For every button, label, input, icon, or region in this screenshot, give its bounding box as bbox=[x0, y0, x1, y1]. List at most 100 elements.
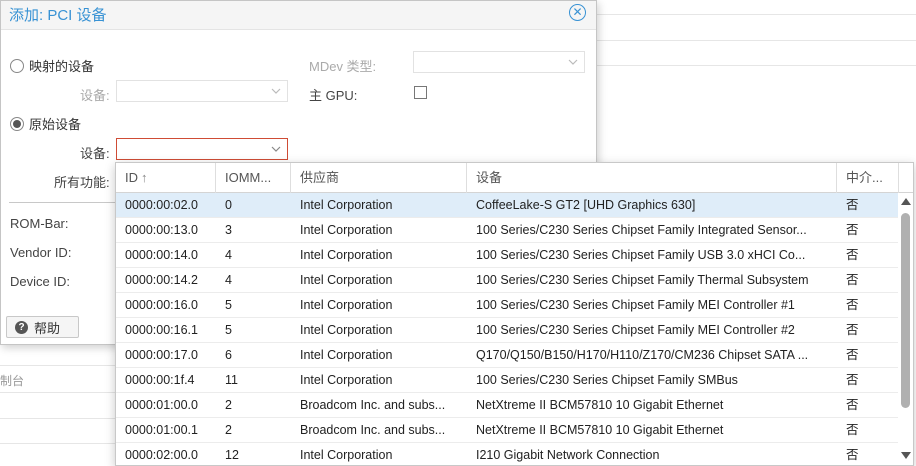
background-divider bbox=[0, 392, 116, 393]
mapped-device-label: 映射的设备 bbox=[29, 59, 95, 74]
cell-vendor: Intel Corporation bbox=[300, 248, 393, 262]
cell-iommu: 5 bbox=[225, 323, 232, 337]
cell-iommu: 2 bbox=[225, 398, 232, 412]
cell-iommu: 6 bbox=[225, 348, 232, 362]
cell-mdev: 否 bbox=[846, 423, 859, 437]
cell-id: 0000:00:14.2 bbox=[125, 273, 198, 287]
chevron-down-icon bbox=[568, 59, 578, 65]
table-row[interactable]: 0000:00:13.0 3 Intel Corporation 100 Ser… bbox=[116, 218, 899, 243]
cell-vendor: Intel Corporation bbox=[300, 223, 393, 237]
cell-mdev: 否 bbox=[846, 323, 859, 337]
close-icon[interactable]: ✕ bbox=[569, 4, 586, 21]
cell-device: 100 Series/C230 Series Chipset Family US… bbox=[476, 248, 806, 262]
raw-device-radio[interactable]: 原始设备 bbox=[10, 114, 81, 133]
table-row[interactable]: 0000:01:00.0 2 Broadcom Inc. and subs...… bbox=[116, 393, 899, 418]
raw-device-label: 原始设备 bbox=[29, 117, 82, 132]
table-row[interactable]: 0000:00:14.2 4 Intel Corporation 100 Ser… bbox=[116, 268, 899, 293]
cell-id: 0000:02:00.0 bbox=[125, 448, 198, 462]
background-divider bbox=[0, 365, 116, 366]
cell-vendor: Intel Corporation bbox=[300, 198, 393, 212]
column-header-id[interactable]: ID ↑ bbox=[116, 163, 216, 193]
grid-body: 0000:00:02.0 0 Intel Corporation CoffeeL… bbox=[116, 193, 899, 465]
cell-device: 100 Series/C230 Series Chipset Family SM… bbox=[476, 373, 738, 387]
mapped-device-combo bbox=[116, 80, 288, 102]
all-functions-label: 所有功能: bbox=[54, 175, 110, 190]
cell-id: 0000:00:16.0 bbox=[125, 298, 198, 312]
cell-id: 0000:00:14.0 bbox=[125, 248, 198, 262]
cell-device: CoffeeLake-S GT2 [UHD Graphics 630] bbox=[476, 198, 696, 212]
help-button[interactable]: ? 帮助 bbox=[6, 316, 79, 338]
primary-gpu-label: 主 GPU: bbox=[309, 88, 358, 103]
raw-device-field-label: 设备: bbox=[80, 146, 110, 161]
cell-mdev: 否 bbox=[846, 198, 859, 212]
cell-vendor: Intel Corporation bbox=[300, 323, 393, 337]
radio-dot-icon bbox=[13, 119, 21, 128]
background-label: 制台 bbox=[0, 374, 25, 388]
cell-device: NetXtreme II BCM57810 10 Gigabit Etherne… bbox=[476, 423, 724, 437]
cell-device: 100 Series/C230 Series Chipset Family In… bbox=[476, 223, 807, 237]
cell-id: 0000:00:16.1 bbox=[125, 323, 198, 337]
vendor-id-label: Vendor ID: bbox=[10, 245, 72, 260]
column-header-iommu[interactable]: IOMM... bbox=[216, 163, 291, 193]
cell-device: 100 Series/C230 Series Chipset Family ME… bbox=[476, 298, 795, 312]
background-divider bbox=[597, 40, 916, 41]
pci-device-picker-grid: ID ↑ IOMM... 供应商 设备 中介... 0000:00:02.0 0 … bbox=[115, 162, 914, 466]
cell-id: 0000:00:13.0 bbox=[125, 223, 198, 237]
rom-bar-label: ROM-Bar: bbox=[10, 216, 69, 231]
cell-vendor: Broadcom Inc. and subs... bbox=[300, 398, 446, 412]
cell-iommu: 12 bbox=[225, 448, 239, 462]
cell-iommu: 5 bbox=[225, 298, 232, 312]
scroll-thumb[interactable] bbox=[901, 213, 910, 408]
column-header-mdev[interactable]: 中介... bbox=[837, 163, 899, 193]
cell-mdev: 否 bbox=[846, 448, 859, 462]
background-divider bbox=[0, 418, 116, 419]
cell-vendor: Broadcom Inc. and subs... bbox=[300, 423, 446, 437]
cell-id: 0000:00:1f.4 bbox=[125, 373, 195, 387]
background-divider bbox=[0, 443, 116, 444]
scroll-down-arrow-icon[interactable] bbox=[901, 452, 911, 459]
table-row[interactable]: 0000:02:00.0 12 Intel Corporation I210 G… bbox=[116, 443, 899, 465]
table-row[interactable]: 0000:00:14.0 4 Intel Corporation 100 Ser… bbox=[116, 243, 899, 268]
table-row[interactable]: 0000:00:16.1 5 Intel Corporation 100 Ser… bbox=[116, 318, 899, 343]
dialog-header: 添加: PCI 设备 ✕ bbox=[1, 1, 596, 30]
mdev-type-combo bbox=[413, 51, 585, 73]
primary-gpu-checkbox[interactable] bbox=[414, 86, 427, 99]
cell-vendor: Intel Corporation bbox=[300, 298, 393, 312]
cell-device: 100 Series/C230 Series Chipset Family Th… bbox=[476, 273, 809, 287]
table-row[interactable]: 0000:00:17.0 6 Intel Corporation Q170/Q1… bbox=[116, 343, 899, 368]
cell-mdev: 否 bbox=[846, 248, 859, 262]
cell-iommu: 0 bbox=[225, 198, 232, 212]
cell-device: Q170/Q150/B150/H170/H110/Z170/CM236 Chip… bbox=[476, 348, 809, 362]
radio-circle-icon bbox=[10, 116, 24, 131]
raw-device-combo[interactable] bbox=[116, 138, 288, 160]
cell-mdev: 否 bbox=[846, 398, 859, 412]
cell-vendor: Intel Corporation bbox=[300, 373, 393, 387]
sort-ascending-icon: ↑ bbox=[141, 170, 148, 185]
cell-iommu: 2 bbox=[225, 423, 232, 437]
table-row[interactable]: 0000:00:16.0 5 Intel Corporation 100 Ser… bbox=[116, 293, 899, 318]
mapped-device-radio[interactable]: 映射的设备 bbox=[10, 56, 94, 75]
background-divider bbox=[597, 65, 916, 66]
cell-id: 0000:00:17.0 bbox=[125, 348, 198, 362]
mdev-type-label: MDev 类型: bbox=[309, 59, 377, 74]
cell-mdev: 否 bbox=[846, 348, 859, 362]
cell-vendor: Intel Corporation bbox=[300, 348, 393, 362]
mapped-device-field-label: 设备: bbox=[80, 88, 110, 103]
scroll-up-arrow-icon[interactable] bbox=[901, 198, 911, 205]
column-header-vendor[interactable]: 供应商 bbox=[291, 163, 467, 193]
table-row[interactable]: 0000:00:02.0 0 Intel Corporation CoffeeL… bbox=[116, 193, 899, 218]
table-row[interactable]: 0000:01:00.1 2 Broadcom Inc. and subs...… bbox=[116, 418, 899, 443]
column-header-device[interactable]: 设备 bbox=[467, 163, 837, 193]
cell-id: 0000:01:00.1 bbox=[125, 423, 198, 437]
device-id-label: Device ID: bbox=[10, 274, 70, 289]
cell-id: 0000:00:02.0 bbox=[125, 198, 198, 212]
cell-iommu: 3 bbox=[225, 223, 232, 237]
cell-vendor: Intel Corporation bbox=[300, 448, 393, 462]
cell-vendor: Intel Corporation bbox=[300, 273, 393, 287]
cell-mdev: 否 bbox=[846, 273, 859, 287]
help-label: 帮助 bbox=[34, 320, 61, 336]
cell-mdev: 否 bbox=[846, 373, 859, 387]
grid-scrollbar[interactable] bbox=[898, 193, 913, 465]
cell-device: 100 Series/C230 Series Chipset Family ME… bbox=[476, 323, 795, 337]
table-row[interactable]: 0000:00:1f.4 11 Intel Corporation 100 Se… bbox=[116, 368, 899, 393]
